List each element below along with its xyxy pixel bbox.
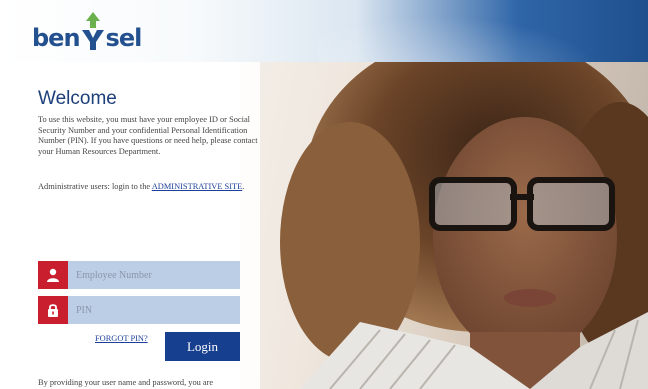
header-decoration [318, 0, 648, 62]
employee-number-field [38, 261, 240, 289]
login-button[interactable]: Login [165, 332, 240, 361]
user-icon [38, 261, 68, 289]
logo-text-right: sel [105, 24, 143, 52]
pin-field [38, 296, 240, 324]
welcome-heading: Welcome [38, 88, 117, 109]
login-page: ben sel Welcome To use this website, you… [0, 0, 648, 389]
logo-text-left: ben [32, 24, 81, 52]
disclaimer-text: By providing your user name and password… [38, 378, 214, 387]
admin-notice-suffix: . [242, 182, 245, 191]
administrative-site-link[interactable]: ADMINISTRATIVE SITE [152, 182, 243, 191]
header-banner: ben sel [0, 0, 648, 62]
woman-with-glasses-illustration [280, 62, 648, 389]
lock-icon [38, 296, 68, 324]
forgot-pin-link[interactable]: FORGOT PIN? [95, 334, 148, 343]
hero-photo [240, 62, 648, 389]
benysel-logo[interactable]: ben sel [32, 12, 143, 52]
pin-input[interactable] [68, 296, 240, 324]
admin-notice-prefix: Administrative users: login to the [38, 182, 152, 191]
welcome-intro-text: To use this website, you must have your … [38, 115, 258, 156]
employee-number-input[interactable] [68, 261, 240, 289]
logo-y-arrow-icon [80, 12, 106, 52]
admin-notice: Administrative users: login to the ADMIN… [38, 182, 262, 193]
